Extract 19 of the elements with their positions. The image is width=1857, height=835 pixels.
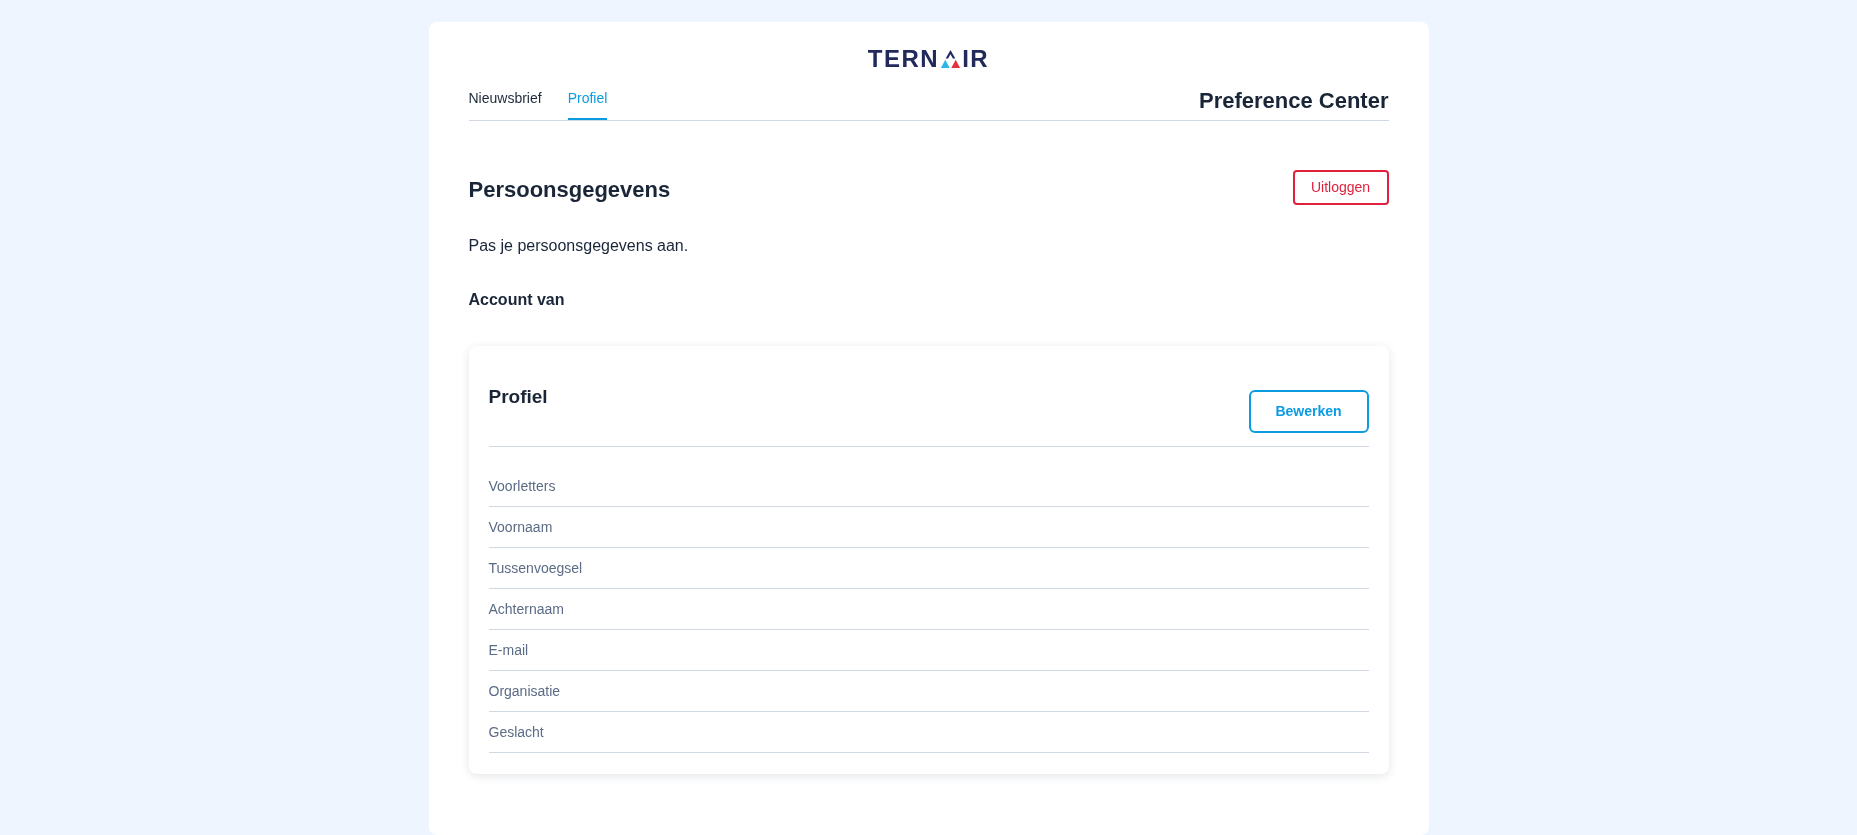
field-label: Tussenvoegsel <box>488 559 583 578</box>
field-label: Organisatie <box>488 682 561 701</box>
tab[interactable]: Nieuwsbrief <box>468 88 542 120</box>
account-label: Account van <box>468 290 566 310</box>
field-label: Achternaam <box>488 600 564 619</box>
edit-button[interactable]: Bewerken <box>1248 390 1369 433</box>
card-title: Profiel <box>488 385 548 409</box>
field-label: Voornaam <box>488 518 553 537</box>
field-label: Voorletters <box>488 477 556 496</box>
page-title: Preference Center <box>1198 87 1389 115</box>
logout-button[interactable]: Uitloggen <box>1292 170 1389 205</box>
logo-text: IR <box>962 46 990 72</box>
field-label: Geslacht <box>488 723 544 742</box>
tab[interactable]: Profiel <box>567 88 608 120</box>
description-text: Pas je persoonsgegevens aan. <box>468 236 690 256</box>
field-label: E-mail <box>488 641 529 660</box>
triangle-letter-icon <box>940 50 962 68</box>
section-title: Persoonsgegevens <box>468 175 671 204</box>
logo-text: TERN <box>867 46 940 72</box>
